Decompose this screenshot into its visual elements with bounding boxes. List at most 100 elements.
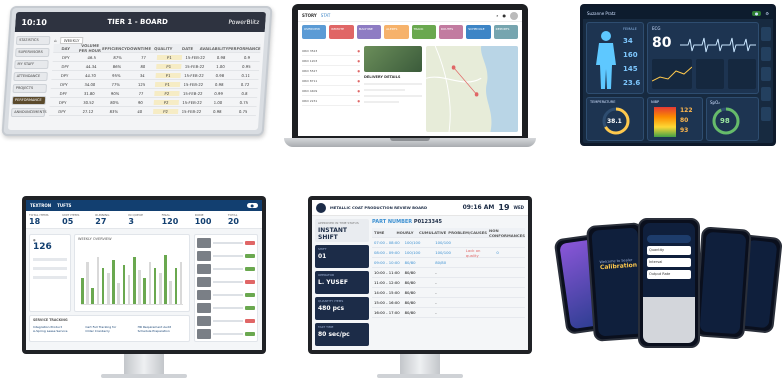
- sidebar-item-active[interactable]: PERFORMANCE: [11, 96, 47, 105]
- image-list-item[interactable]: [197, 276, 255, 287]
- table-cell: 0.98: [212, 108, 222, 114]
- summary-tile[interactable]: SCHEDULE: [466, 25, 491, 39]
- table-header: TIME HOURLY CUMULATIVE PROBLEM/CAUSES NO…: [372, 228, 525, 238]
- kpi-tile: RUNNING 27: [95, 213, 126, 226]
- table-row[interactable]: 08:00 - 09:00 100/100 100/100 Lack on quali…: [372, 248, 525, 258]
- table-cell: 34: [139, 72, 145, 78]
- table-cell: 0.75: [238, 108, 248, 114]
- table-row[interactable]: 15:00 - 16:00 80/80 -: [372, 298, 525, 308]
- info-value: L. YUSEF: [318, 279, 348, 286]
- table-row[interactable]: 14:00 - 15:00 80/80 -: [372, 288, 525, 298]
- table-cell: -: [435, 280, 437, 285]
- status-badge: [245, 292, 255, 297]
- detail-line: [364, 89, 405, 91]
- map-view[interactable]: [426, 46, 518, 132]
- tracking-item[interactable]: Integration Product A-Spring Lease Servi…: [33, 325, 81, 333]
- home-icon[interactable]: ⌂: [54, 38, 57, 43]
- table-cell: 0.8: [241, 90, 248, 96]
- list-item[interactable]: ORD 4409 ●: [302, 86, 360, 96]
- status-badge: [245, 318, 255, 323]
- side-control[interactable]: [761, 47, 771, 61]
- kpi-value: 27: [95, 217, 107, 226]
- list-item[interactable]: ORD 3523 ●: [302, 46, 360, 56]
- search-icon[interactable]: ⌕: [496, 13, 498, 18]
- list-item[interactable]: ORD 5527 ●: [302, 66, 360, 76]
- image-list-item[interactable]: [197, 328, 255, 339]
- keyboard[interactable]: [643, 297, 695, 343]
- image-list-item[interactable]: [197, 237, 255, 248]
- list-item[interactable]: ORD 2231 ●: [302, 96, 360, 106]
- phone-field[interactable]: Output Rate: [647, 270, 691, 279]
- table-cell: 0.98: [214, 81, 224, 87]
- summary-tile[interactable]: ROUTES: [438, 25, 464, 39]
- table-cell: 34.00: [84, 81, 96, 87]
- side-control[interactable]: [761, 107, 771, 121]
- nav-tab[interactable]: STORY: [302, 13, 317, 18]
- side-control[interactable]: [761, 27, 771, 41]
- table-cell: 80%: [110, 99, 119, 105]
- list-item[interactable]: ORD 1203 ●: [302, 56, 360, 66]
- kpi-value: 100: [194, 217, 212, 226]
- chart-bar: [164, 254, 167, 304]
- summary-tile[interactable]: REPORTS: [493, 25, 518, 39]
- table-row[interactable]: DPY 34.00 77% 125 P1 15-FEB-22 0.98 0.72: [50, 80, 259, 89]
- image-list-item[interactable]: [197, 315, 255, 326]
- sidebar-item[interactable]: SUPERVISORS: [14, 48, 50, 57]
- column-header: QUALITY: [153, 45, 173, 51]
- image-list-item[interactable]: [197, 302, 255, 313]
- table-row[interactable]: 09:00 - 10:00 80/80 80/80: [372, 258, 525, 268]
- image-list-item[interactable]: [197, 250, 255, 261]
- avatar[interactable]: [510, 11, 518, 20]
- table-cell: 86%: [112, 63, 122, 69]
- table-row[interactable]: 07:00 - 08:00 100/100 100/100: [372, 238, 525, 248]
- sidebar-item[interactable]: MY STAFF: [14, 60, 49, 69]
- summary-tile[interactable]: OVERVIEW: [302, 25, 327, 39]
- sidebar-item[interactable]: PROJECTS: [12, 84, 48, 93]
- phone-field[interactable]: Quantity: [647, 246, 691, 255]
- table-row[interactable]: 10:00 - 11:00 80/80 -: [372, 268, 525, 278]
- patient-monitor-tablet: Suzanne Pratz ● ⚙ FEMALE 34 160 145 23.6…: [580, 4, 776, 146]
- shift-info-box: APPROVED IN TIME STATUS INSTANT SHIFT: [315, 219, 369, 242]
- summary-tile[interactable]: ALERTS: [384, 25, 409, 39]
- sidebar-item[interactable]: ATTENDANCE: [13, 72, 48, 81]
- summary-tile[interactable]: MACHINE: [356, 25, 382, 39]
- brand-logo: PowerBlitz: [228, 18, 260, 26]
- phone-toggle[interactable]: [647, 235, 691, 243]
- nav-tab[interactable]: STAT: [321, 13, 331, 18]
- table-row[interactable]: 11:00 - 12:00 80/80 -: [372, 278, 525, 288]
- status-dot-icon: ●: [357, 98, 360, 103]
- tracking-item[interactable]: Cart Full Tracking for Order Cranberry: [85, 325, 133, 333]
- image-list-item[interactable]: [197, 263, 255, 274]
- sidebar-item[interactable]: ANNOUNCEMENTS: [10, 108, 47, 117]
- info-value: 480 pcs: [318, 305, 345, 312]
- tracking-item[interactable]: HR Requirement Audit Schedule Preparatio…: [138, 325, 186, 333]
- ecg-label: ECG: [652, 26, 661, 31]
- table-cell: 15-FEB-22: [184, 63, 205, 69]
- table-row[interactable]: DPY 44.34 86% 80 P1 15-FEB-22 1.00 0.95: [52, 62, 260, 71]
- table-row[interactable]: DPY 46.5 87% 77 P1 15-FEB-22 0.98 0.9: [52, 53, 261, 62]
- gear-icon[interactable]: ⚙: [765, 11, 769, 16]
- table-row[interactable]: DPY 27.12 83% 40 P2 15-FEB-22 0.98 0.75: [48, 107, 257, 116]
- image-list-item[interactable]: [197, 289, 255, 300]
- panel-title: SERVICE TRACKING: [33, 318, 68, 322]
- shift-info-box: TAKT TIME 80 sec/pc: [315, 323, 369, 346]
- phone-field[interactable]: Interval: [647, 258, 691, 267]
- body-panel: FEMALE 34 160 145 23.6: [586, 22, 644, 94]
- table-row[interactable]: DPY 44.70 95% 34 P1 15-FEB-22 0.98 0.11: [51, 71, 259, 80]
- summary-tile[interactable]: REMOTE: [329, 25, 354, 39]
- pause-button[interactable]: [761, 67, 771, 81]
- table-cell: 15-FEB-22: [185, 54, 206, 60]
- side-control[interactable]: [761, 87, 771, 101]
- table-row[interactable]: DPY 31.80 90% 77 P2 15-FEB-22 0.99 0.8: [50, 89, 258, 98]
- part-number: P0123345: [413, 219, 442, 225]
- progress-track: [33, 276, 67, 279]
- list-item[interactable]: ORD 8711 ●: [302, 76, 360, 86]
- summary-tile[interactable]: TRACK: [411, 25, 436, 39]
- bell-icon[interactable]: ●: [503, 13, 507, 18]
- table-row[interactable]: DPY 30.52 80% 90 P2 15-FEB-22 1.00 0.75: [49, 98, 258, 107]
- sidebar-item[interactable]: STATISTICS: [15, 36, 51, 45]
- table-row[interactable]: 16:00 - 17:00 80/80 -: [372, 308, 525, 318]
- bmi-value: 23.6: [623, 79, 641, 87]
- chart-bar: [174, 267, 178, 304]
- nav-pill[interactable]: ●: [246, 203, 258, 208]
